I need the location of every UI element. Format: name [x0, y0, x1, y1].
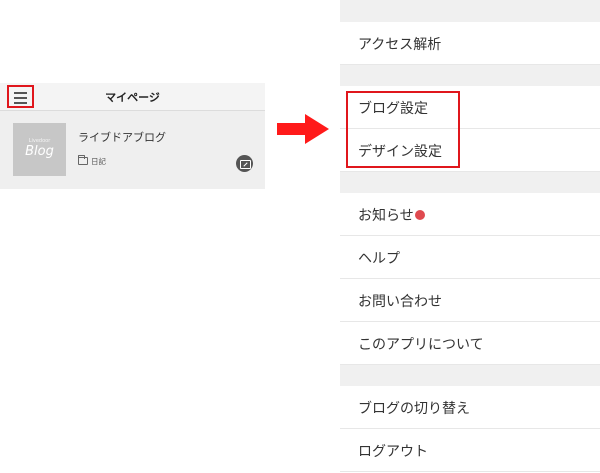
menu-item-label: お問い合わせ: [358, 294, 442, 310]
menu-item-label: ログアウト: [358, 444, 428, 460]
menu-item-label-wrap: お知らせ: [358, 205, 425, 225]
menu-item-logout[interactable]: ログアウト: [340, 429, 600, 472]
edit-post-icon[interactable]: [236, 155, 253, 172]
settings-highlight-box: [346, 91, 460, 168]
blog-thumbnail: Livedoor Blog: [13, 123, 66, 176]
menu-item-notifications[interactable]: お知らせ: [340, 193, 600, 236]
mypage-header: マイページ: [0, 83, 265, 111]
page-title: マイページ: [105, 91, 160, 104]
thumbnail-logo-text: Blog: [25, 144, 54, 159]
blog-name: ライブドアブログ: [78, 131, 166, 144]
blog-list-item[interactable]: Livedoor Blog ライブドアブログ 日記: [0, 112, 265, 189]
blog-category: 日記: [91, 157, 106, 166]
menu-item-contact[interactable]: お問い合わせ: [340, 279, 600, 322]
mypage-screen: マイページ Livedoor Blog ライブドアブログ 日記: [0, 83, 265, 189]
folder-icon: [78, 155, 88, 165]
notification-dot-icon: [414, 210, 425, 220]
menu-item-label: ヘルプ: [358, 251, 400, 267]
menu-item-label: お知らせ: [358, 208, 414, 224]
menu-section-gap: [340, 172, 600, 193]
menu-section-gap: [340, 65, 600, 86]
menu-item-label: ブログの切り替え: [358, 401, 470, 417]
menu-item-access-analytics[interactable]: アクセス解析: [340, 22, 600, 65]
menu-section-gap: [340, 365, 600, 386]
menu-item-label: このアプリについて: [358, 337, 484, 353]
menu-item-help[interactable]: ヘルプ: [340, 236, 600, 279]
menu-section-gap: [340, 0, 600, 22]
arrow-right-icon: [277, 114, 329, 144]
side-menu: アクセス解析 ブログ設定 デザイン設定 お知らせ ヘルプ お問い合わせ このアプ…: [340, 0, 600, 473]
menu-item-about-app[interactable]: このアプリについて: [340, 322, 600, 365]
menu-item-switch-blog[interactable]: ブログの切り替え: [340, 386, 600, 429]
menu-item-label: アクセス解析: [358, 37, 442, 53]
